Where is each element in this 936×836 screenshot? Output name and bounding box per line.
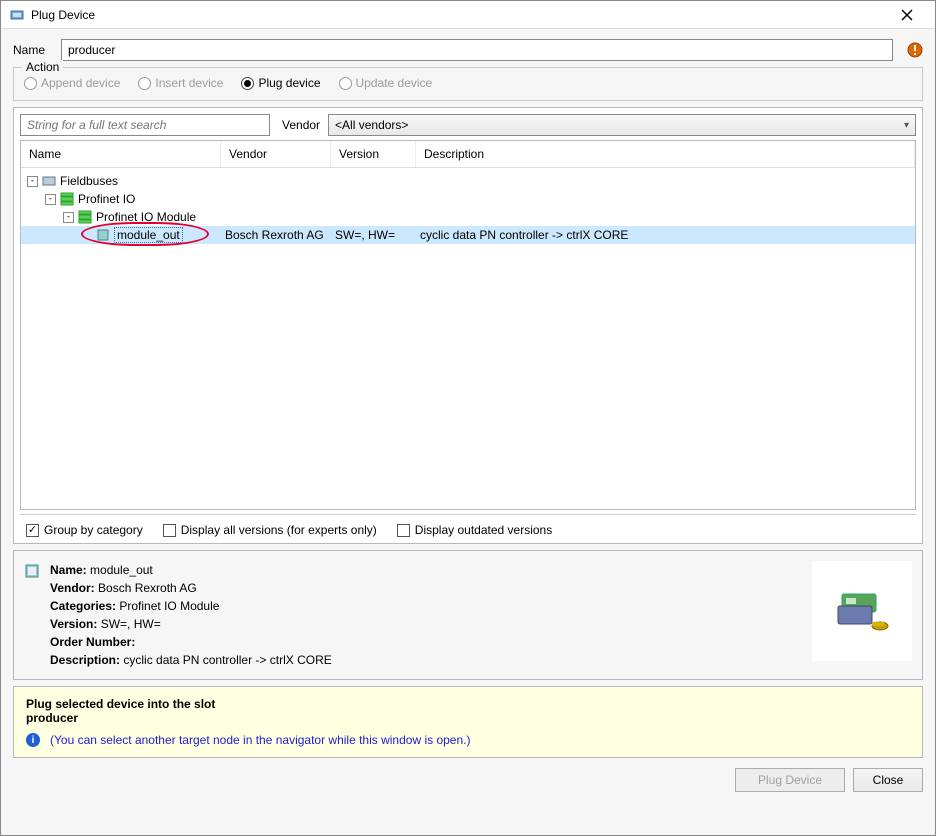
tree-cell-desc: cyclic data PN controller -> ctrlX CORE bbox=[416, 228, 915, 242]
tree-node-name: module_out bbox=[114, 227, 183, 243]
app-icon bbox=[9, 7, 25, 23]
action-group: Action Append deviceInsert devicePlug de… bbox=[13, 67, 923, 101]
tree-cell-name: - Profinet IO Module bbox=[21, 209, 221, 225]
detail-name: module_out bbox=[90, 563, 153, 577]
name-input[interactable] bbox=[61, 39, 893, 61]
plug-device-button[interactable]: Plug Device bbox=[735, 768, 845, 792]
search-input[interactable] bbox=[20, 114, 270, 136]
collapse-icon[interactable]: - bbox=[63, 212, 74, 223]
titlebar: Plug Device bbox=[1, 1, 935, 29]
module-icon bbox=[95, 227, 111, 243]
action-radio-option: Append device bbox=[24, 76, 120, 90]
button-label: Close bbox=[873, 773, 904, 787]
chevron-down-icon: ▾ bbox=[904, 120, 909, 131]
display-all-versions-check[interactable]: Display all versions (for experts only) bbox=[163, 523, 377, 537]
close-button[interactable] bbox=[887, 1, 927, 29]
device-panel: Vendor <All vendors> ▾ Name Vendor Versi… bbox=[13, 107, 923, 544]
search-row: Vendor <All vendors> ▾ bbox=[20, 114, 916, 136]
vendor-select-value: <All vendors> bbox=[335, 118, 408, 132]
tree-node-name: Profinet IO bbox=[78, 192, 135, 206]
hint-line1: Plug selected device into the slot bbox=[26, 697, 910, 711]
detail-vendor: Bosch Rexroth AG bbox=[98, 581, 197, 595]
radio-icon bbox=[138, 77, 151, 90]
detail-version: SW=, HW= bbox=[101, 617, 161, 631]
action-radio-row: Append device Insert device Plug device Upd… bbox=[24, 76, 912, 90]
detail-desc-label: Description: bbox=[50, 653, 120, 667]
info-icon: i bbox=[26, 733, 40, 747]
checkbox-icon bbox=[163, 524, 176, 537]
detail-categories-label: Categories: bbox=[50, 599, 116, 613]
collapse-icon[interactable]: - bbox=[45, 194, 56, 205]
name-row: Name bbox=[13, 39, 923, 61]
vendor-select[interactable]: <All vendors> ▾ bbox=[328, 114, 916, 136]
radio-icon bbox=[241, 77, 254, 90]
radio-label: Append device bbox=[41, 76, 120, 90]
warning-icon bbox=[907, 42, 923, 58]
tree-row[interactable]: - Fieldbuses bbox=[21, 172, 915, 190]
close-dialog-button[interactable]: Close bbox=[853, 768, 923, 792]
detail-image bbox=[812, 561, 912, 661]
hint-panel: Plug selected device into the slot produ… bbox=[13, 686, 923, 758]
checkbox-icon bbox=[26, 524, 39, 537]
tree-row[interactable]: - Profinet IO bbox=[21, 190, 915, 208]
collapse-icon[interactable]: - bbox=[27, 176, 38, 187]
tree-node-name: Profinet IO Module bbox=[96, 210, 196, 224]
group-by-category-check[interactable]: Group by category bbox=[26, 523, 143, 537]
tree-cell-name: - Fieldbuses bbox=[21, 173, 221, 189]
tree-cell-name: - Profinet IO bbox=[21, 191, 221, 207]
check-label: Display outdated versions bbox=[415, 523, 552, 537]
radio-icon bbox=[24, 77, 37, 90]
col-vendor[interactable]: Vendor bbox=[221, 141, 331, 167]
device-grid: Name Vendor Version Description -Fieldbu… bbox=[20, 140, 916, 510]
tree-cell-vendor: Bosch Rexroth AG bbox=[221, 228, 331, 242]
radio-label: Insert device bbox=[155, 76, 223, 90]
grid-header: Name Vendor Version Description bbox=[21, 141, 915, 168]
check-label: Display all versions (for experts only) bbox=[181, 523, 377, 537]
profinet-icon bbox=[59, 191, 75, 207]
button-label: Plug Device bbox=[758, 773, 822, 787]
detail-vendor-label: Vendor: bbox=[50, 581, 95, 595]
profinet-icon bbox=[77, 209, 93, 225]
hint-line2: producer bbox=[26, 711, 910, 725]
display-outdated-check[interactable]: Display outdated versions bbox=[397, 523, 552, 537]
col-name[interactable]: Name bbox=[21, 141, 221, 167]
action-radio-option: Insert device bbox=[138, 76, 223, 90]
options-row: Group by category Display all versions (… bbox=[20, 514, 916, 537]
tree-row[interactable]: - Profinet IO Module bbox=[21, 208, 915, 226]
radio-label: Update device bbox=[356, 76, 433, 90]
detail-version-label: Version: bbox=[50, 617, 97, 631]
detail-desc: cyclic data PN controller -> ctrlX CORE bbox=[123, 653, 331, 667]
button-row: Plug Device Close bbox=[13, 764, 923, 792]
detail-categories: Profinet IO Module bbox=[119, 599, 219, 613]
detail-panel: Name: module_out Vendor: Bosch Rexroth A… bbox=[13, 550, 923, 680]
tree-row[interactable]: module_out Bosch Rexroth AGSW=, HW=cyclic… bbox=[21, 226, 915, 244]
radio-label: Plug device bbox=[258, 76, 320, 90]
detail-name-label: Name: bbox=[50, 563, 87, 577]
name-label: Name bbox=[13, 43, 51, 57]
hint-info-text: (You can select another target node in t… bbox=[50, 733, 470, 747]
checkbox-icon bbox=[397, 524, 410, 537]
col-version[interactable]: Version bbox=[331, 141, 416, 167]
hint-info-row: i (You can select another target node in… bbox=[26, 733, 910, 747]
check-label: Group by category bbox=[44, 523, 143, 537]
window-title: Plug Device bbox=[31, 8, 887, 22]
tree-cell-name: module_out bbox=[21, 227, 221, 243]
folder-icon bbox=[41, 173, 57, 189]
col-desc[interactable]: Description bbox=[416, 141, 915, 167]
tree-node-name: Fieldbuses bbox=[60, 174, 118, 188]
detail-order-label: Order Number: bbox=[50, 635, 135, 649]
action-radio-option: Update device bbox=[339, 76, 433, 90]
tree-cell-version: SW=, HW= bbox=[331, 228, 416, 242]
action-legend: Action bbox=[22, 60, 63, 74]
device-icon bbox=[24, 563, 40, 579]
vendor-label: Vendor bbox=[282, 118, 320, 132]
content-area: Name Action Append device Insert device Pl… bbox=[1, 29, 935, 835]
detail-text: Name: module_out Vendor: Bosch Rexroth A… bbox=[50, 561, 802, 669]
action-radio-option[interactable]: Plug device bbox=[241, 76, 320, 90]
radio-icon bbox=[339, 77, 352, 90]
tree-body[interactable]: -Fieldbuses-Profinet IO-Profinet IO Modu… bbox=[21, 168, 915, 509]
dialog-window: Plug Device Name Action Append device Ins… bbox=[0, 0, 936, 836]
